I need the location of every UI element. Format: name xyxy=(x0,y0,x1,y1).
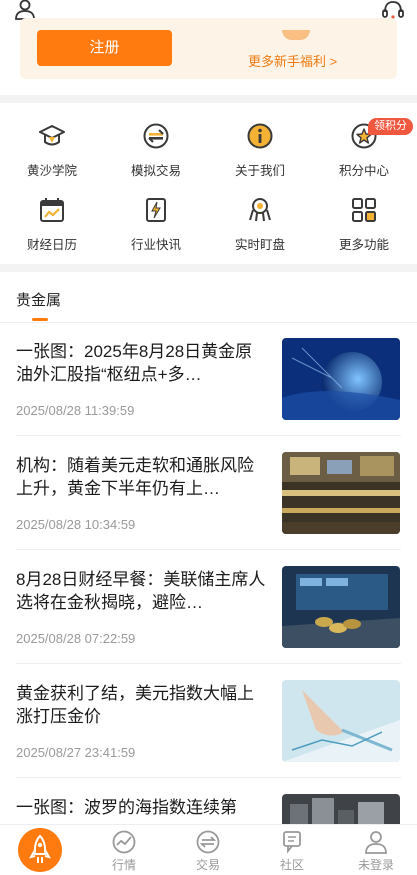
tab-profile[interactable]: 未登录 xyxy=(334,825,417,875)
grid-label: 黄沙学院 xyxy=(26,164,77,178)
function-grid: 黄沙学院 模拟交易 关于我们 积分中心 财经日历 行业快讯 实时盯盘 更多功能 xyxy=(0,110,417,260)
graduation-cap-icon xyxy=(39,125,65,146)
grid-label: 财经日历 xyxy=(26,238,77,252)
exchange-icon xyxy=(196,830,220,854)
tab-trade[interactable]: 交易 xyxy=(166,825,250,875)
more-benefits-link[interactable]: 更多新手福利 > xyxy=(248,51,337,70)
news-item[interactable]: 8月28日财经早餐：美联储主席人选将在金秋揭晓，避险… 2025/08/28 0… xyxy=(0,550,417,664)
points-badge: 领积分 xyxy=(368,118,413,135)
grid-item-calendar[interactable]: 财经日历 xyxy=(0,184,104,256)
grid-item-about[interactable]: 关于我们 xyxy=(208,110,312,182)
rocket-icon[interactable] xyxy=(18,828,62,872)
news-thumbnail xyxy=(282,338,400,420)
grid-label: 积分中心 xyxy=(338,164,389,178)
news-time: 2025/08/27 23:41:59 xyxy=(16,745,136,760)
chart-icon xyxy=(112,830,136,854)
promo-card: 注册 更多新手福利 > xyxy=(20,18,397,79)
tab-market[interactable]: 行情 xyxy=(82,825,166,875)
bottom-tab-bar: 行情 交易 社区 未登录 xyxy=(0,824,417,875)
tab-community[interactable]: 社区 xyxy=(250,825,334,875)
grid-item-academy[interactable]: 黄沙学院 xyxy=(0,110,104,182)
customer-service-icon[interactable] xyxy=(381,0,405,20)
register-button[interactable]: 注册 xyxy=(37,30,172,66)
news-title: 一张图：2025年8月28日黄金原油外汇股指“枢纽点+多… xyxy=(16,342,253,384)
news-item[interactable]: 机构：随着美元走软和通胀风险上升，黄金下半年仍有上… 2025/08/28 10… xyxy=(0,436,417,550)
grid-label: 关于我们 xyxy=(234,164,285,178)
user-icon xyxy=(365,831,387,854)
news-time: 2025/08/28 07:22:59 xyxy=(16,631,136,646)
grid-label: 行业快讯 xyxy=(130,238,181,252)
grid-label: 更多功能 xyxy=(338,238,389,252)
grid-item-sim-trade[interactable]: 模拟交易 xyxy=(104,110,208,182)
exchange-icon xyxy=(143,123,169,149)
user-icon[interactable] xyxy=(14,0,36,20)
info-icon xyxy=(247,123,273,149)
decoration xyxy=(282,30,310,40)
flash-news-icon xyxy=(146,198,166,222)
section-divider xyxy=(0,264,417,272)
more-grid-icon xyxy=(352,198,376,222)
news-item[interactable]: 一张图：2025年8月28日黄金原油外汇股指“枢纽点+多… 2025/08/28… xyxy=(0,322,417,436)
news-thumbnail xyxy=(282,452,400,534)
active-tab-indicator xyxy=(32,318,48,321)
tab-label: 交易 xyxy=(195,858,220,872)
tab-label: 社区 xyxy=(279,858,304,872)
grid-item-more[interactable]: 更多功能 xyxy=(312,184,416,256)
grid-item-flash-news[interactable]: 行业快讯 xyxy=(104,184,208,256)
news-thumbnail xyxy=(282,680,400,762)
section-divider xyxy=(0,95,417,103)
news-title: 机构：随着美元走软和通胀风险上升，黄金下半年仍有上… xyxy=(16,456,254,498)
tab-label: 未登录 xyxy=(357,858,394,872)
chat-icon xyxy=(283,831,301,854)
section-tab-precious-metals[interactable]: 贵金属 xyxy=(16,289,61,310)
monitor-icon xyxy=(249,198,271,222)
news-title: 8月28日财经早餐：美联储主席人选将在金秋揭晓，避险… xyxy=(16,570,266,612)
news-item[interactable]: 黄金获利了结，美元指数大幅上涨打压金价 2025/08/27 23:41:59 xyxy=(0,664,417,778)
grid-label: 模拟交易 xyxy=(130,164,181,178)
calendar-icon xyxy=(40,198,64,222)
news-time: 2025/08/28 10:34:59 xyxy=(16,517,136,532)
news-title: 黄金获利了结，美元指数大幅上涨打压金价 xyxy=(16,684,254,726)
grid-label: 实时盯盘 xyxy=(234,238,285,252)
tab-label: 行情 xyxy=(111,858,136,872)
news-thumbnail xyxy=(282,566,400,648)
grid-item-monitor[interactable]: 实时盯盘 xyxy=(208,184,312,256)
news-time: 2025/08/28 11:39:59 xyxy=(16,403,135,418)
